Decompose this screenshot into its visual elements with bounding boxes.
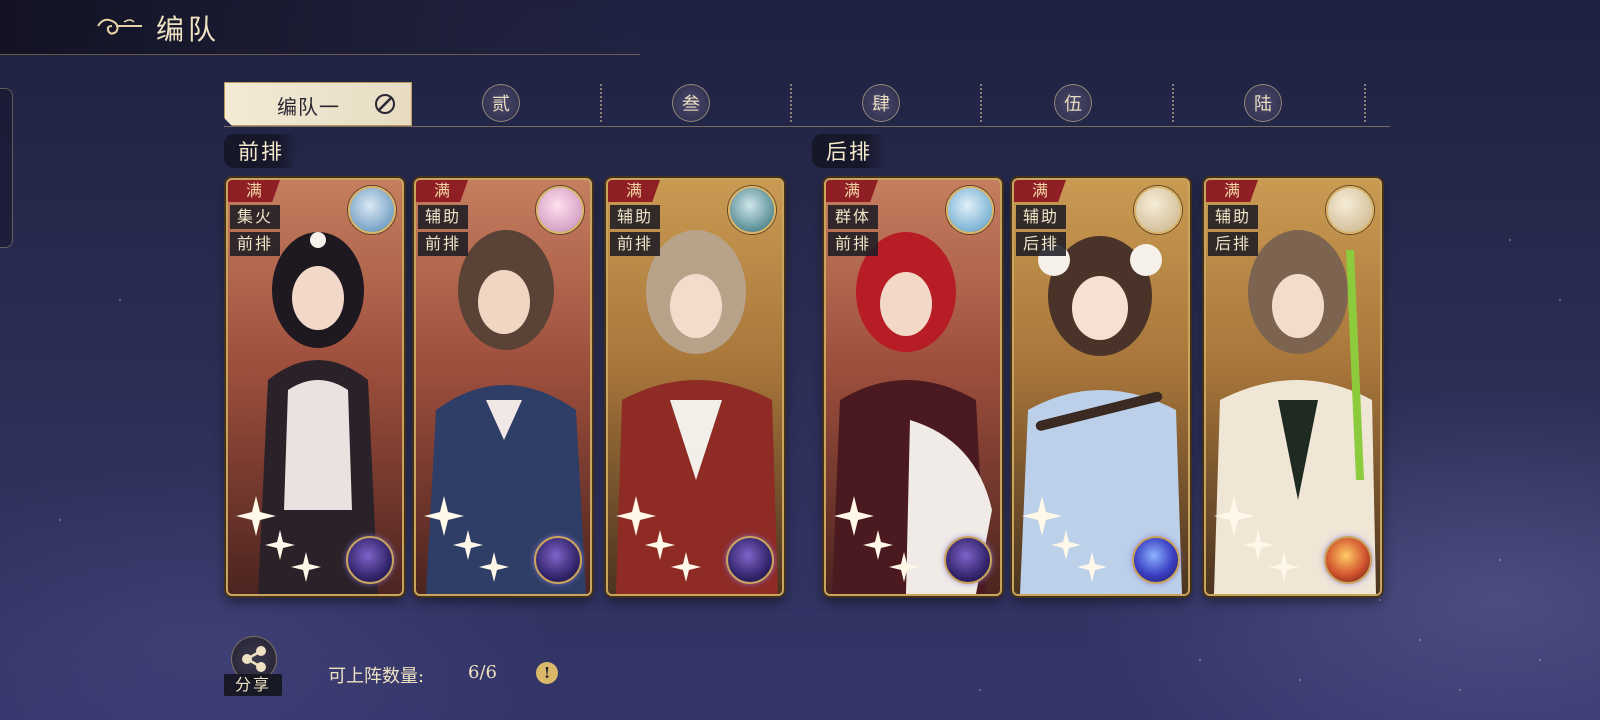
pig-icon <box>536 186 584 234</box>
team-tabs: 编队一 贰 叁 肆 伍 陆 <box>224 82 1390 127</box>
max-level-badge: 满 <box>608 180 660 202</box>
position-tag: 前排 <box>610 232 660 256</box>
star-sparkle-icon <box>236 496 321 582</box>
tab-team-3[interactable]: 叁 <box>672 84 710 122</box>
position-tag: 后排 <box>1208 232 1258 256</box>
rat-icon <box>1326 186 1374 234</box>
max-level-badge: 满 <box>416 180 468 202</box>
planet-orb-icon <box>726 536 774 584</box>
star-sparkle-icon <box>424 496 509 582</box>
star-sparkle-icon <box>616 496 701 582</box>
front-row-label: 前排 <box>224 134 298 168</box>
sheep-icon <box>1134 186 1182 234</box>
blue-orb-icon <box>1132 536 1180 584</box>
tab-divider <box>600 84 602 122</box>
tab-divider <box>980 84 982 122</box>
role-tag: 辅助 <box>1016 205 1066 229</box>
header-bar: 编队 <box>0 0 640 55</box>
info-icon[interactable]: ! <box>536 662 558 684</box>
position-tag: 后排 <box>1016 232 1066 256</box>
rooster-icon <box>728 186 776 234</box>
deploy-count-value: 6/6 <box>468 662 497 683</box>
tab-team-4[interactable]: 肆 <box>862 84 900 122</box>
deploy-count-label: 可上阵数量: <box>328 666 425 687</box>
fire-orb-icon <box>1324 536 1372 584</box>
max-level-badge: 满 <box>1014 180 1066 202</box>
tab-team-1-label: 编队一 <box>277 95 340 119</box>
share-button[interactable]: 分享 <box>224 636 282 696</box>
planet-orb-icon <box>944 536 992 584</box>
cloud-swirl-icon[interactable] <box>94 12 144 40</box>
dog-icon <box>946 186 994 234</box>
character-card-2[interactable]: 满 辅助 前排 <box>414 178 592 596</box>
planet-orb-icon <box>534 536 582 584</box>
tab-team-1[interactable]: 编队一 <box>224 82 412 126</box>
page-title: 编队 <box>156 13 221 46</box>
position-tag: 前排 <box>418 232 468 256</box>
position-tag: 前排 <box>230 232 280 256</box>
character-card-5[interactable]: 满 辅助 后排 <box>1012 178 1190 596</box>
tab-team-6[interactable]: 陆 <box>1244 84 1282 122</box>
role-tag: 辅助 <box>418 205 468 229</box>
back-row-label: 后排 <box>812 134 886 168</box>
dragon-icon <box>348 186 396 234</box>
edit-icon[interactable] <box>373 92 397 116</box>
role-tag: 集火 <box>230 205 280 229</box>
max-level-badge: 满 <box>228 180 280 202</box>
star-sparkle-icon <box>834 496 919 582</box>
planet-orb-icon <box>346 536 394 584</box>
position-tag: 前排 <box>828 232 878 256</box>
tab-divider <box>410 84 412 122</box>
side-drawer-handle[interactable] <box>0 88 13 248</box>
role-tag: 辅助 <box>1208 205 1258 229</box>
character-card-3[interactable]: 满 辅助 前排 <box>606 178 784 596</box>
max-level-badge: 满 <box>826 180 878 202</box>
tab-team-2[interactable]: 贰 <box>482 84 520 122</box>
tab-divider <box>1364 84 1366 122</box>
share-label: 分享 <box>224 674 282 696</box>
max-level-badge: 满 <box>1206 180 1258 202</box>
character-card-6[interactable]: 满 辅助 后排 <box>1204 178 1382 596</box>
character-card-4[interactable]: 满 群体 前排 <box>824 178 1002 596</box>
role-tag: 辅助 <box>610 205 660 229</box>
character-card-1[interactable]: 满 集火 前排 <box>226 178 404 596</box>
tab-team-5[interactable]: 伍 <box>1054 84 1092 122</box>
tab-divider <box>790 84 792 122</box>
tab-divider <box>1172 84 1174 122</box>
role-tag: 群体 <box>828 205 878 229</box>
star-sparkle-icon <box>1214 496 1299 582</box>
star-sparkle-icon <box>1022 496 1107 582</box>
